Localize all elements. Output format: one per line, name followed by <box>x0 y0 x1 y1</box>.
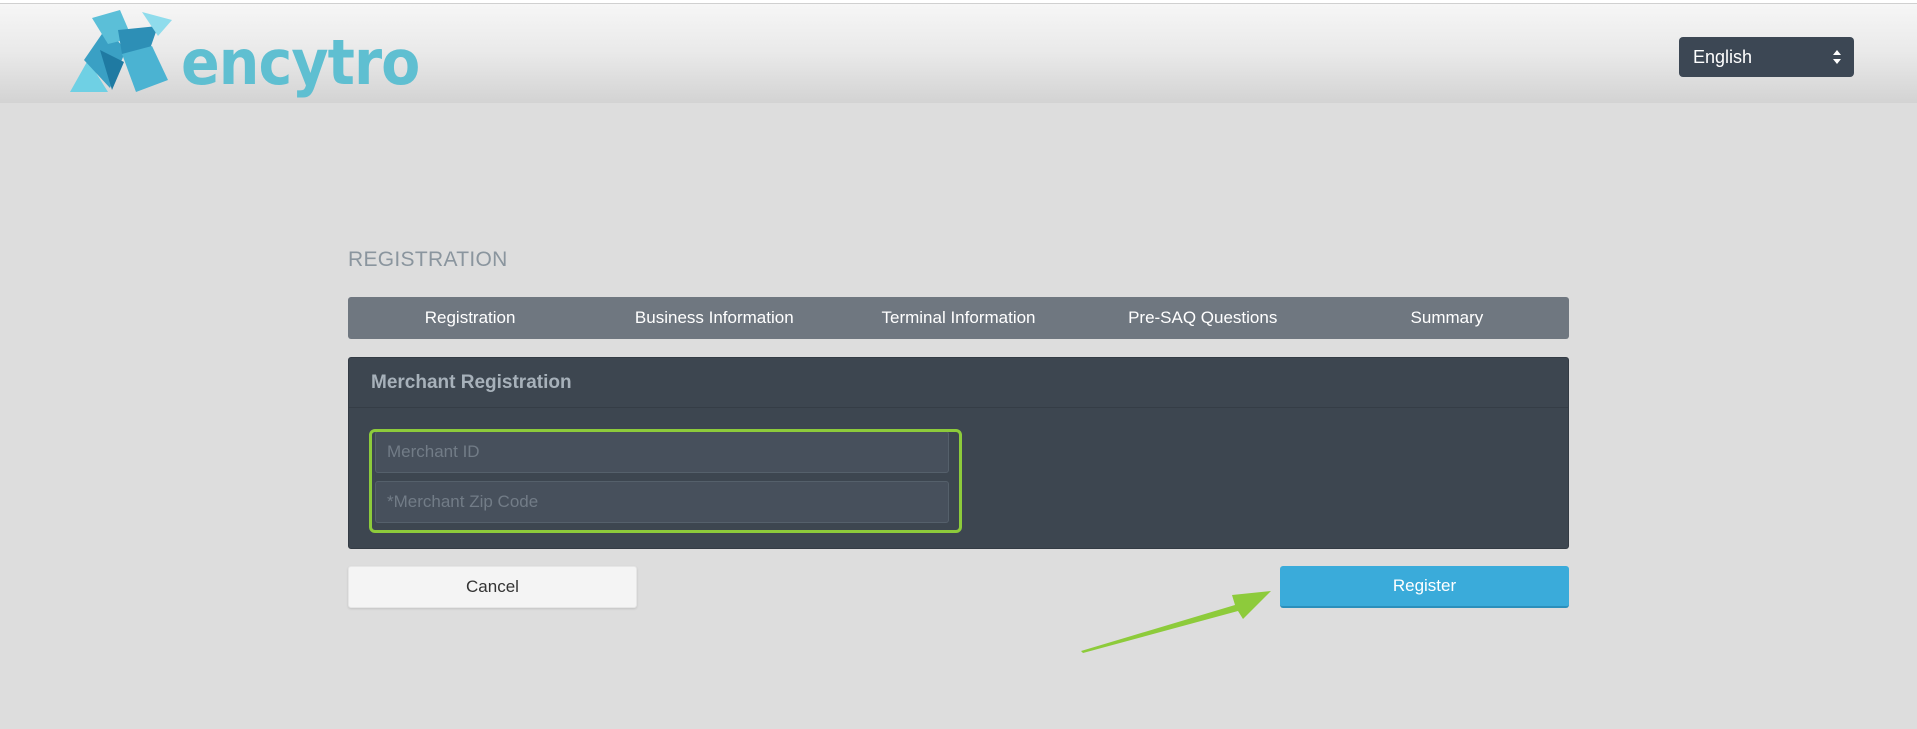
page-header: encytro English <box>0 3 1917 103</box>
cancel-button[interactable]: Cancel <box>348 566 637 608</box>
language-select-value: English <box>1693 46 1753 67</box>
merchant-registration-panel: Merchant Registration <box>348 357 1569 549</box>
annotation-highlight-box <box>369 429 962 533</box>
step-business-information[interactable]: Business Information <box>592 297 836 339</box>
step-pre-saq-questions[interactable]: Pre-SAQ Questions <box>1081 297 1325 339</box>
green-arrow-annotation-icon <box>1081 591 1271 653</box>
language-select[interactable]: English <box>1679 37 1854 77</box>
sort-updown-icon <box>1833 50 1841 64</box>
step-summary[interactable]: Summary <box>1325 297 1569 339</box>
step-registration[interactable]: Registration <box>348 297 592 339</box>
register-button[interactable]: Register <box>1280 566 1569 608</box>
wizard-steps: Registration Business Information Termin… <box>348 297 1569 339</box>
encytro-logo-mark-icon <box>70 10 172 92</box>
logo-wordmark: encytro <box>181 26 420 99</box>
brand-logo[interactable]: encytro <box>62 10 420 102</box>
panel-title: Merchant Registration <box>349 358 1568 408</box>
page-title: REGISTRATION <box>348 248 508 271</box>
step-terminal-information[interactable]: Terminal Information <box>836 297 1080 339</box>
